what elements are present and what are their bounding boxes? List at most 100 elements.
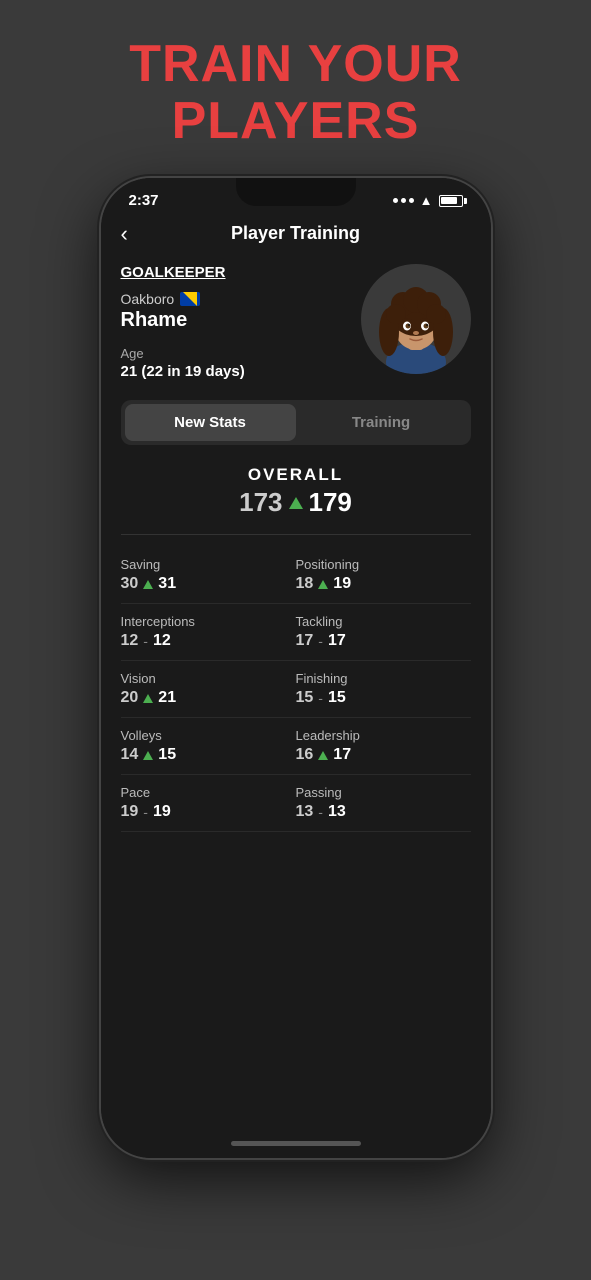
- stat-value-row: 2021: [121, 689, 292, 707]
- stat-new-value: 21: [158, 689, 176, 707]
- stat-item-pace: Pace 19-19: [121, 775, 296, 832]
- stat-old-value: 12: [121, 632, 139, 650]
- stat-name: Pace: [121, 785, 292, 800]
- stat-item-saving: Saving 30 31: [121, 547, 296, 604]
- stat-name: Interceptions: [121, 614, 292, 629]
- stat-name: Passing: [296, 785, 467, 800]
- stat-value-row: 30 31: [121, 575, 292, 593]
- stat-separator: -: [318, 804, 323, 820]
- nav-title: Player Training: [231, 223, 360, 244]
- hero-title: TRAIN YOUR PLAYERS: [129, 36, 462, 150]
- stat-old-value: 13: [296, 803, 314, 821]
- player-name: Rhame: [121, 309, 361, 332]
- status-time: 2:37: [129, 192, 159, 209]
- stat-item-positioning: Positioning1819: [296, 547, 471, 604]
- stat-item-finishing: Finishing 15-15: [296, 661, 471, 718]
- club-row: Oakboro: [121, 291, 361, 307]
- stat-new-value: 19: [333, 575, 351, 593]
- player-section: GOALKEEPER Oakboro Rhame Age 21 (22 in 1…: [121, 264, 471, 380]
- stat-value-row: 13-13: [296, 803, 467, 821]
- hero-line1: TRAIN YOUR: [129, 36, 462, 93]
- stat-name: Leadership: [296, 728, 467, 743]
- stats-divider: [121, 534, 471, 535]
- stat-separator: -: [143, 633, 148, 649]
- overall-new-value: 179: [309, 487, 352, 518]
- stat-old-value: 14: [121, 746, 139, 764]
- stat-new-value: 19: [153, 803, 171, 821]
- club-name: Oakboro: [121, 291, 175, 307]
- stat-arrow-icon: [143, 751, 153, 760]
- stat-name: Vision: [121, 671, 292, 686]
- stat-name: Tackling: [296, 614, 467, 629]
- notch: [236, 178, 356, 206]
- stat-old-value: 18: [296, 575, 314, 593]
- flag-icon: [180, 292, 200, 306]
- stat-name: Positioning: [296, 557, 467, 572]
- position-label: GOALKEEPER: [121, 264, 361, 281]
- stat-name: Saving: [121, 557, 292, 572]
- status-icons: ▲: [393, 193, 463, 208]
- stat-new-value: 15: [158, 746, 176, 764]
- stat-arrow-icon: [318, 580, 328, 589]
- stat-name: Volleys: [121, 728, 292, 743]
- age-label: Age: [121, 346, 361, 361]
- age-value: 21 (22 in 19 days): [121, 363, 361, 380]
- stat-old-value: 16: [296, 746, 314, 764]
- tab-training[interactable]: Training: [296, 404, 467, 441]
- stat-separator: -: [143, 804, 148, 820]
- status-dots: [393, 198, 414, 203]
- tab-new-stats[interactable]: New Stats: [125, 404, 296, 441]
- stat-value-row: 1617: [296, 746, 467, 764]
- overall-section: OVERALL 173 179: [121, 465, 471, 518]
- tabs: New Stats Training: [121, 400, 471, 445]
- stat-value-row: 19-19: [121, 803, 292, 821]
- stat-old-value: 17: [296, 632, 314, 650]
- player-info: GOALKEEPER Oakboro Rhame Age 21 (22 in 1…: [121, 264, 361, 380]
- home-indicator: [101, 1128, 491, 1158]
- stat-new-value: 15: [328, 689, 346, 707]
- dot2: [401, 198, 406, 203]
- stat-new-value: 17: [328, 632, 346, 650]
- home-bar: [231, 1141, 361, 1146]
- battery-icon: [439, 195, 463, 207]
- stat-separator: -: [318, 633, 323, 649]
- overall-value-row: 173 179: [121, 487, 471, 518]
- overall-old-value: 173: [239, 487, 282, 518]
- stat-value-row: 14 15: [121, 746, 292, 764]
- phone-screen: 2:37 ▲ ‹ Player Training: [101, 178, 491, 1158]
- stat-old-value: 20: [121, 689, 139, 707]
- wifi-icon: ▲: [420, 193, 433, 208]
- nav-bar: ‹ Player Training: [101, 215, 491, 254]
- stat-separator: -: [318, 690, 323, 706]
- stat-item-tackling: Tackling 17-17: [296, 604, 471, 661]
- stat-new-value: 12: [153, 632, 171, 650]
- stat-old-value: 30: [121, 575, 139, 593]
- stat-item-volleys: Volleys 14 15: [121, 718, 296, 775]
- stat-old-value: 15: [296, 689, 314, 707]
- stat-value-row: 17-17: [296, 632, 467, 650]
- stat-value-row: 15-15: [296, 689, 467, 707]
- stat-arrow-icon: [143, 580, 153, 589]
- stats-grid: Saving3031Positioning1819Interceptions12…: [121, 547, 471, 832]
- back-button[interactable]: ‹: [121, 221, 128, 247]
- stat-name: Finishing: [296, 671, 467, 686]
- stat-arrow-icon: [318, 751, 328, 760]
- stat-value-row: 12-12: [121, 632, 292, 650]
- stat-item-vision: Vision2021: [121, 661, 296, 718]
- battery-fill: [441, 197, 457, 204]
- stat-item-interceptions: Interceptions 12-12: [121, 604, 296, 661]
- dot1: [393, 198, 398, 203]
- overall-label: OVERALL: [121, 465, 471, 485]
- content-area: GOALKEEPER Oakboro Rhame Age 21 (22 in 1…: [101, 254, 491, 1128]
- dot3: [409, 198, 414, 203]
- stat-new-value: 31: [158, 575, 176, 593]
- stat-new-value: 17: [333, 746, 351, 764]
- avatar-svg: [361, 264, 471, 374]
- stat-item-leadership: Leadership1617: [296, 718, 471, 775]
- overall-arrow: [289, 497, 303, 509]
- stat-value-row: 1819: [296, 575, 467, 593]
- stat-new-value: 13: [328, 803, 346, 821]
- avatar: [361, 264, 471, 374]
- stat-old-value: 19: [121, 803, 139, 821]
- phone-frame: 2:37 ▲ ‹ Player Training: [101, 178, 491, 1158]
